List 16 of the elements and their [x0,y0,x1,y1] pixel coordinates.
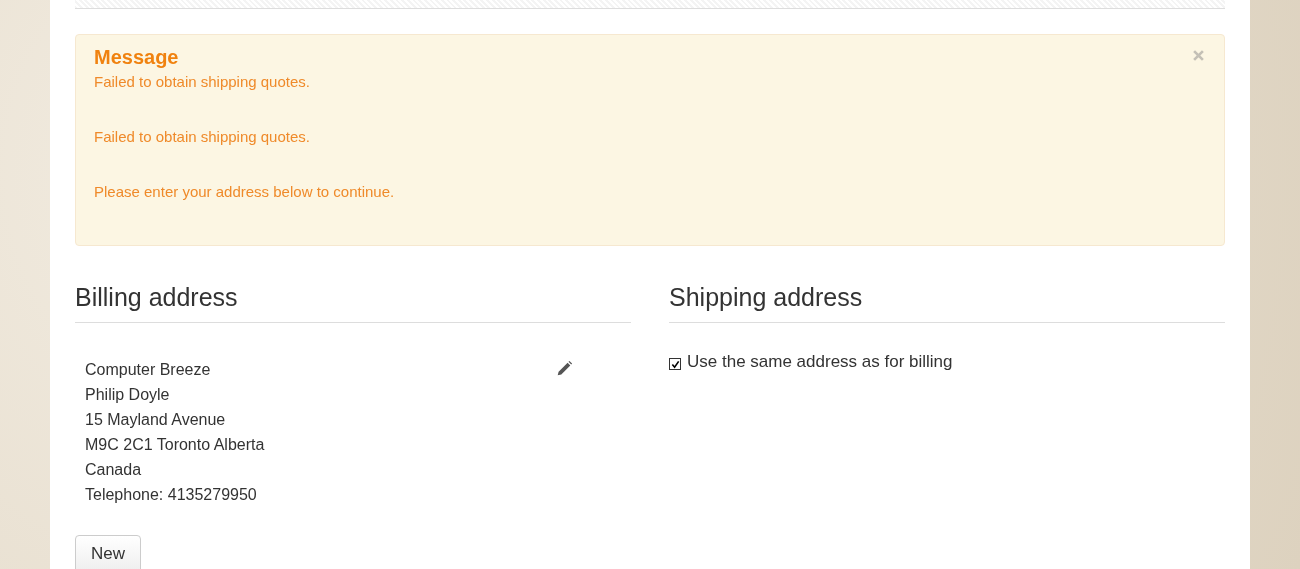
address-line: Computer Breeze [85,360,212,380]
message-title: Message [94,45,179,69]
address-line: M9C 2C1 Toronto Alberta [85,435,265,455]
section-heading: Billing address [75,282,631,323]
section-heading: Shipping address [669,282,1225,323]
checkbox-label: Use the same address as for billing [687,352,953,372]
checkbox[interactable] [669,358,681,370]
address-line: Canada [85,460,143,480]
new-button[interactable]: New [75,535,141,569]
message-text: Failed to obtain shipping quotes. [94,73,311,91]
address-line: Telephone: 4135279950 [85,485,258,505]
message-text: Failed to obtain shipping quotes. [94,128,311,146]
pencil-icon[interactable] [555,360,573,378]
address-line: Philip Doyle [85,385,171,405]
message-text: Please enter your address below to continue. [94,183,396,201]
address-line: 15 Mayland Avenue [85,410,227,430]
